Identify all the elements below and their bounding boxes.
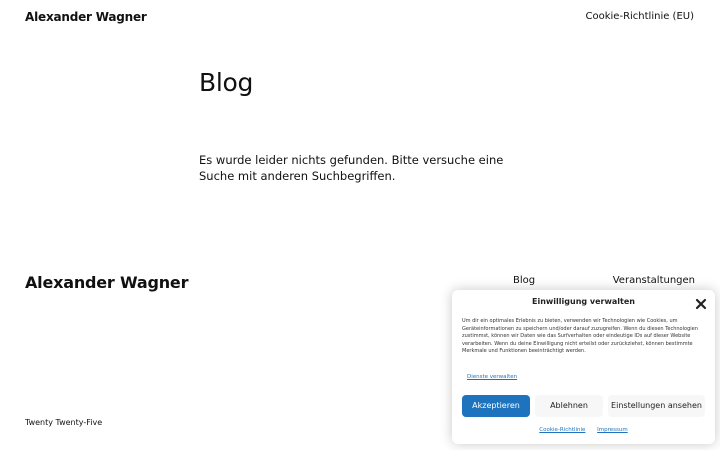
accept-button[interactable]: Akzeptieren [462, 395, 530, 417]
footer-nav-events[interactable]: Veranstaltungen [613, 275, 695, 286]
cookie-policy-link[interactable]: Cookie-Richtlinie (EU) [586, 11, 694, 22]
consent-text: Um dir ein optimales Erlebnis zu bieten,… [462, 318, 698, 354]
close-icon[interactable] [695, 295, 707, 310]
site-title[interactable]: Alexander Wagner [25, 10, 147, 24]
manage-services-link[interactable]: Dienste verwalten [467, 374, 517, 380]
consent-imprint-link[interactable]: Impressum [597, 427, 628, 433]
view-settings-button[interactable]: Einstellungen ansehen [608, 395, 705, 417]
deny-button[interactable]: Ablehnen [535, 395, 603, 417]
page-title: Blog [199, 68, 254, 97]
consent-footer-links: Cookie-Richtlinie Impressum [452, 427, 715, 433]
footer-credit: Twenty Twenty-Five [25, 418, 103, 427]
consent-title: Einwilligung verwalten [532, 297, 635, 306]
cookie-consent-dialog: Einwilligung verwalten Um dir ein optima… [452, 290, 715, 444]
footer-nav-blog[interactable]: Blog [513, 275, 535, 286]
footer-site-title[interactable]: Alexander Wagner [25, 273, 188, 292]
no-results-message: Es wurde leider nichts gefunden. Bitte v… [199, 153, 504, 183]
consent-cookie-policy-link[interactable]: Cookie-Richtlinie [539, 427, 585, 433]
